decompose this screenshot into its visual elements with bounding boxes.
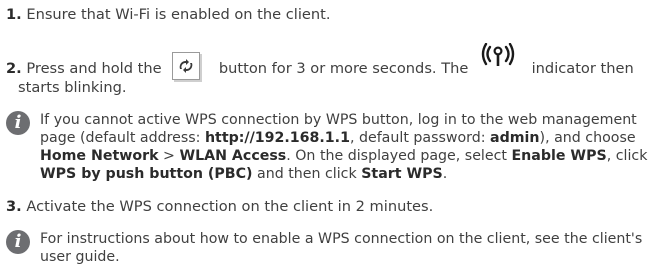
info-icon: i: [6, 230, 30, 254]
step-text-continued: starts blinking.: [18, 79, 127, 96]
option-wps-pbc: WPS by push button (PBC): [40, 166, 253, 182]
step-text-part: indicator then: [531, 60, 634, 77]
step-1: 1. Ensure that Wi-Fi is enabled on the c…: [6, 5, 331, 24]
note-text-segment: , click: [606, 148, 648, 164]
default-address: http://192.168.1.1: [204, 130, 350, 146]
menu-home-network: Home Network: [40, 148, 159, 164]
option-start-wps: Start WPS: [361, 166, 443, 182]
note-text-segment: and then click: [252, 166, 362, 182]
step-number: 2.: [6, 60, 22, 77]
note-text-segment: , default password:: [349, 130, 491, 146]
step-text-part: button for 3 or more seconds. The: [218, 60, 469, 77]
info-icon: i: [6, 111, 30, 135]
step-number: 3.: [6, 198, 22, 215]
step-3: 3. Activate the WPS connection on the cl…: [6, 197, 433, 216]
wps-button-icon: [172, 52, 201, 80]
note-text: If you cannot active WPS connection by W…: [40, 111, 670, 183]
note-text-segment: . On the displayed page, select: [286, 148, 512, 164]
note-text-segment: .: [442, 166, 448, 182]
note-text-segment: ), and choose: [539, 130, 636, 146]
step-text: Ensure that Wi-Fi is enabled on the clie…: [26, 6, 331, 23]
menu-wlan-access: WLAN Access: [179, 148, 287, 164]
note-text: For instructions about how to enable a W…: [40, 231, 643, 265]
wireless-indicator-icon: [481, 42, 515, 69]
step-number: 1.: [6, 6, 22, 23]
step-2: 2. Press and hold the button for 3 or mo…: [6, 42, 666, 97]
step-text-part: Press and hold the: [26, 60, 162, 77]
option-enable-wps: Enable WPS: [511, 148, 607, 164]
step-text: Activate the WPS connection on the clien…: [26, 198, 434, 215]
default-password: admin: [490, 130, 540, 146]
note-text-segment: >: [158, 148, 180, 164]
